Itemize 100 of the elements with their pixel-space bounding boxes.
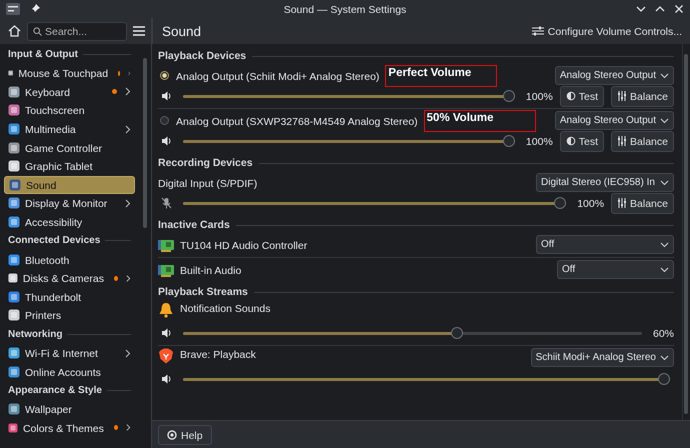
caret-icon xyxy=(660,242,669,248)
minimize-icon[interactable] xyxy=(636,4,646,14)
slider-handle[interactable] xyxy=(502,135,515,147)
sidebar-item[interactable]: Graphic Tablet xyxy=(4,156,135,176)
sidebar-item[interactable]: Sound xyxy=(4,176,135,194)
volume-slider[interactable] xyxy=(183,197,566,209)
test-button[interactable]: Test xyxy=(560,86,604,106)
speaker-icon[interactable] xyxy=(161,90,172,102)
slider-handle[interactable] xyxy=(658,373,670,385)
card-name: TU104 HD Audio Controller xyxy=(180,238,308,250)
sidebar-item[interactable]: Disks & Cameras xyxy=(4,268,135,288)
speaker-icon[interactable] xyxy=(161,135,172,147)
app-menu-icon[interactable] xyxy=(6,3,20,15)
caret-icon xyxy=(660,354,669,360)
profile-dropdown[interactable]: Analog Stereo Output xyxy=(554,111,674,130)
pin-icon[interactable] xyxy=(30,4,40,14)
category-icon xyxy=(8,347,20,360)
close-icon[interactable] xyxy=(674,4,684,14)
category-icon xyxy=(8,366,20,378)
sidebar-item[interactable]: Printers xyxy=(4,306,135,325)
home-icon[interactable] xyxy=(8,25,21,37)
category-icon xyxy=(8,272,18,284)
sidebar-item[interactable]: Game Controller xyxy=(4,138,135,157)
category-icon xyxy=(8,86,20,98)
section-heading: Connected Devices xyxy=(8,235,100,246)
sidebar-item[interactable]: Bluetooth xyxy=(4,250,135,269)
search-field[interactable]: Search... xyxy=(27,22,127,40)
category-icon xyxy=(8,309,20,322)
category-icon xyxy=(8,290,20,303)
device-name: Digital Input (S/PDIF) xyxy=(158,176,258,188)
volume-slider[interactable] xyxy=(183,327,642,339)
bell-icon xyxy=(158,302,174,318)
section-heading: Networking xyxy=(8,328,62,340)
caret-icon xyxy=(660,118,669,124)
scrollbar[interactable] xyxy=(682,44,690,420)
stream-name: Notification Sounds xyxy=(180,302,270,314)
sidebar-item[interactable]: Display & Monitor xyxy=(4,194,135,213)
lion-head-icon xyxy=(158,348,174,364)
category-icon xyxy=(8,422,18,434)
sliders-icon xyxy=(617,198,628,208)
profile-dropdown[interactable]: Schiit Modi+ Analog Stereo xyxy=(530,348,674,367)
sidebar-item[interactable]: Keyboard xyxy=(4,82,135,102)
test-button[interactable]: Test xyxy=(560,130,604,152)
window-title: Sound — System Settings xyxy=(282,3,408,15)
section-heading: Input & Output xyxy=(8,49,78,60)
volume-slider[interactable] xyxy=(183,373,670,385)
sidebar-item[interactable]: Online Accounts xyxy=(4,362,135,381)
caret-icon xyxy=(660,72,669,78)
slider-handle[interactable] xyxy=(502,90,515,102)
sliders-icon xyxy=(532,26,544,36)
category-icon xyxy=(8,104,20,116)
maximize-icon[interactable] xyxy=(655,4,665,14)
category-icon xyxy=(8,197,20,210)
sidebar-item[interactable]: Thunderbolt xyxy=(4,288,135,306)
sidebar-item[interactable]: Touchscreen xyxy=(4,101,135,120)
sidebar-item[interactable]: Wallpaper xyxy=(4,400,135,418)
profile-dropdown[interactable]: Off xyxy=(536,235,674,254)
help-button[interactable]: Help xyxy=(158,424,212,444)
volume-percent: 100% xyxy=(526,90,553,102)
category-icon xyxy=(8,403,20,416)
default-device-radio[interactable] xyxy=(160,116,169,125)
speaker-icon[interactable] xyxy=(161,373,172,385)
profile-dropdown[interactable]: Digital Stereo (IEC958) In xyxy=(536,173,674,192)
volume-percent: 60% xyxy=(652,327,674,339)
speaker-icon[interactable] xyxy=(161,327,172,339)
menu-icon[interactable] xyxy=(133,26,145,36)
profile-dropdown[interactable]: Analog Stereo Output xyxy=(554,66,674,85)
section-heading: Playback Devices xyxy=(158,50,246,62)
volume-slider[interactable] xyxy=(183,90,515,102)
muted-microphone-icon[interactable] xyxy=(161,197,172,209)
sliders-icon xyxy=(617,91,628,101)
category-icon xyxy=(9,178,21,191)
section-heading: Playback Streams xyxy=(158,286,248,298)
half-circle-icon xyxy=(566,91,576,101)
sidebar-item[interactable]: Accessibility xyxy=(4,212,135,232)
sidebar-item[interactable]: Multimedia xyxy=(4,120,135,138)
category-icon xyxy=(8,123,20,136)
device-name: Analog Output (Schiit Modi+ Analog Stereo) xyxy=(176,70,380,82)
default-device-radio[interactable] xyxy=(160,71,169,80)
sound-card-icon xyxy=(158,238,174,252)
category-icon xyxy=(8,160,20,172)
slider-handle[interactable] xyxy=(554,197,566,209)
sidebar-item[interactable]: Wi-Fi & Internet xyxy=(4,344,135,362)
balance-button[interactable]: Balance xyxy=(611,192,674,214)
sliders-icon xyxy=(617,136,628,146)
balance-button[interactable]: Balance xyxy=(611,86,674,106)
sidebar-item[interactable]: Mouse & Touchpad xyxy=(4,64,135,83)
sidebar-item[interactable]: Colors & Themes xyxy=(4,418,135,438)
volume-percent: 100% xyxy=(577,197,604,209)
configure-button[interactable]: Configure Volume Controls... xyxy=(530,23,684,39)
annotation-box: 50% Volume xyxy=(424,110,536,132)
help-icon xyxy=(167,430,177,440)
volume-slider[interactable] xyxy=(183,135,515,147)
annotation-box: Perfect Volume xyxy=(385,64,498,86)
balance-button[interactable]: Balance xyxy=(611,130,674,152)
caret-icon xyxy=(660,180,669,186)
caret-icon xyxy=(660,266,669,272)
profile-dropdown[interactable]: Off xyxy=(557,260,674,279)
category-icon xyxy=(8,254,20,266)
slider-handle[interactable] xyxy=(451,327,464,339)
